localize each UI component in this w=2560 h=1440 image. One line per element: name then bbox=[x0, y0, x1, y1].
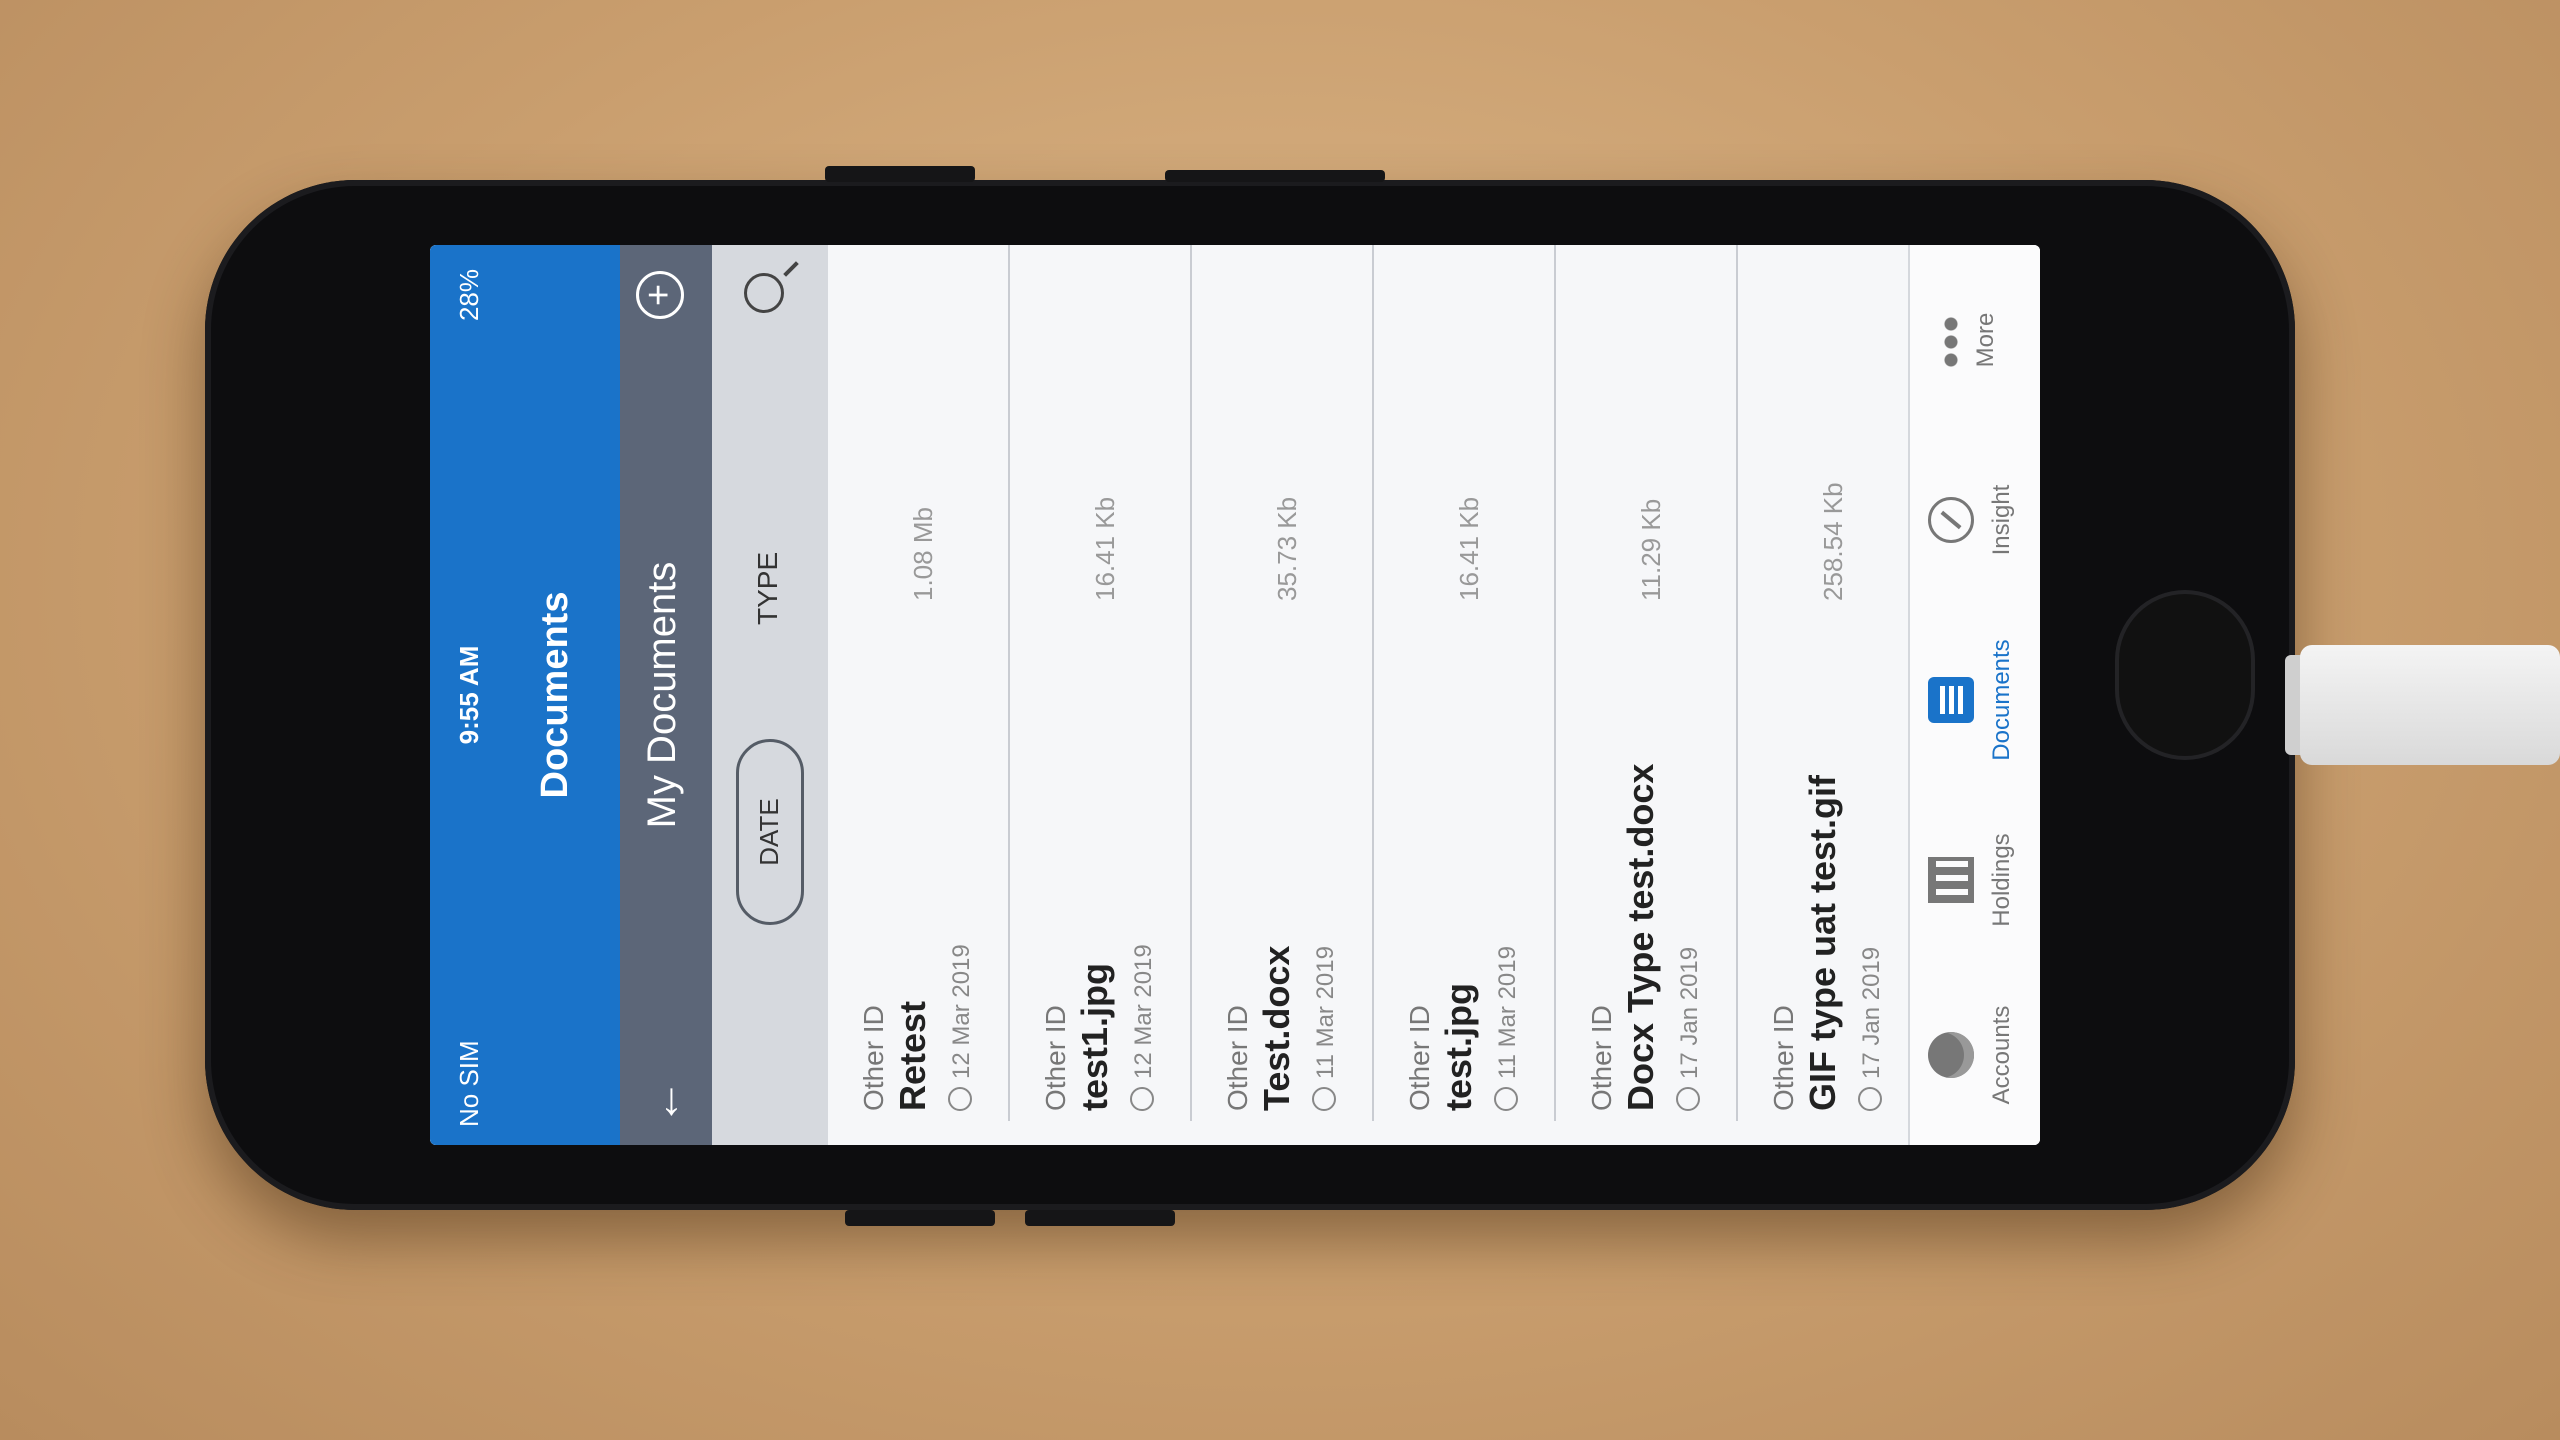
tab-label: Accounts bbox=[1988, 1005, 2015, 1105]
accounts-icon bbox=[1928, 1032, 1974, 1078]
home-button[interactable] bbox=[2115, 590, 2255, 760]
search-icon[interactable] bbox=[744, 273, 784, 313]
list-item[interactable]: Other ID Retest 12 Mar 2019 1.08 Mb bbox=[828, 245, 1010, 1121]
document-date: 12 Mar 2019 bbox=[1130, 944, 1158, 1111]
document-name: GIF type uat test.gif bbox=[1802, 774, 1843, 1111]
clock-icon bbox=[1494, 1087, 1518, 1111]
tab-insight[interactable]: Insight bbox=[1928, 440, 2016, 600]
list-item[interactable]: Other ID test.jpg 11 Mar 2019 16.41 Kb bbox=[1374, 245, 1556, 1121]
tab-accounts[interactable]: Accounts bbox=[1928, 975, 2016, 1135]
document-size: 11.29 Kb bbox=[1636, 498, 1666, 601]
subheader: ← My Documents + bbox=[620, 245, 712, 1145]
tab-label: Insight bbox=[1988, 484, 2015, 556]
phone-screen: No SIM 9:55 AM 28% Documents ← My Docume… bbox=[430, 245, 2040, 1145]
clock-icon bbox=[1858, 1087, 1882, 1111]
page-title: My Documents bbox=[640, 561, 684, 829]
tab-holdings[interactable]: Holdings bbox=[1928, 800, 2016, 960]
filter-type-button[interactable]: TYPE bbox=[752, 552, 784, 625]
volume-button bbox=[825, 166, 975, 182]
compass-icon bbox=[1928, 497, 1974, 543]
clock-icon bbox=[1130, 1087, 1154, 1111]
documents-app: No SIM 9:55 AM 28% Documents ← My Docume… bbox=[430, 245, 2040, 1145]
side-button bbox=[1025, 1210, 1175, 1226]
list-item[interactable]: Other ID Test.docx 11 Mar 2019 35.73 Kb bbox=[1192, 245, 1374, 1121]
document-size: 16.41 Kb bbox=[1454, 496, 1484, 601]
tab-bar: Accounts Holdings Documents Insight More bbox=[1908, 245, 2040, 1145]
document-size: 1.08 Mb bbox=[908, 507, 938, 601]
document-size: 258.54 Kb bbox=[1818, 482, 1848, 601]
side-button bbox=[845, 1210, 995, 1226]
status-time: 9:55 AM bbox=[454, 645, 484, 745]
document-name: test.jpg bbox=[1438, 982, 1479, 1111]
document-date: 17 Jan 2019 bbox=[1676, 947, 1704, 1111]
more-icon bbox=[1944, 313, 1958, 367]
document-name: Test.docx bbox=[1256, 945, 1297, 1111]
document-type: Other ID bbox=[1768, 1005, 1799, 1111]
document-name: Retest bbox=[892, 1000, 933, 1111]
tab-documents[interactable]: Documents bbox=[1928, 620, 2016, 780]
clock-icon bbox=[1676, 1087, 1700, 1111]
tab-label: Documents bbox=[1988, 639, 2015, 761]
document-type: Other ID bbox=[1586, 1005, 1617, 1111]
document-date: 11 Mar 2019 bbox=[1312, 946, 1340, 1111]
document-size: 16.41 Kb bbox=[1090, 496, 1120, 601]
document-date: 17 Jan 2019 bbox=[1858, 947, 1886, 1111]
document-name: test1.jpg bbox=[1074, 962, 1115, 1111]
document-date: 12 Mar 2019 bbox=[948, 944, 976, 1111]
document-type: Other ID bbox=[1222, 1005, 1253, 1111]
list-item[interactable]: Other ID test1.jpg 12 Mar 2019 16.41 Kb bbox=[1010, 245, 1192, 1121]
status-bar: No SIM 9:55 AM 28% bbox=[430, 245, 520, 1145]
charging-cable bbox=[2300, 645, 2560, 765]
document-date: 11 Mar 2019 bbox=[1494, 946, 1522, 1111]
clock-icon bbox=[948, 1087, 972, 1111]
mute-switch bbox=[1165, 170, 1385, 182]
clock-icon bbox=[1312, 1087, 1336, 1111]
app-title: Documents bbox=[520, 245, 620, 1145]
list-item[interactable]: Other ID GIF type uat test.gif 17 Jan 20… bbox=[1738, 245, 1920, 1121]
document-list: Other ID Retest 12 Mar 2019 1.08 Mb Othe… bbox=[828, 245, 1920, 1145]
tab-label: Holdings bbox=[1988, 833, 2015, 927]
document-type: Other ID bbox=[858, 1005, 889, 1111]
document-name: Docx Type test.docx bbox=[1620, 763, 1661, 1111]
documents-icon bbox=[1928, 677, 1974, 723]
document-type: Other ID bbox=[1404, 1005, 1435, 1111]
battery-level: 28% bbox=[454, 269, 484, 322]
tab-more[interactable]: More bbox=[1928, 260, 2000, 420]
filter-bar: DATE TYPE bbox=[712, 245, 828, 1145]
plus-circle-icon[interactable]: + bbox=[636, 271, 684, 319]
list-item[interactable]: Other ID Docx Type test.docx 17 Jan 2019… bbox=[1556, 245, 1738, 1121]
document-size: 35.73 Kb bbox=[1272, 496, 1302, 601]
holdings-icon bbox=[1928, 857, 1974, 903]
document-type: Other ID bbox=[1040, 1005, 1071, 1111]
filter-date-button[interactable]: DATE bbox=[736, 739, 804, 925]
tab-label: More bbox=[1972, 312, 1999, 368]
